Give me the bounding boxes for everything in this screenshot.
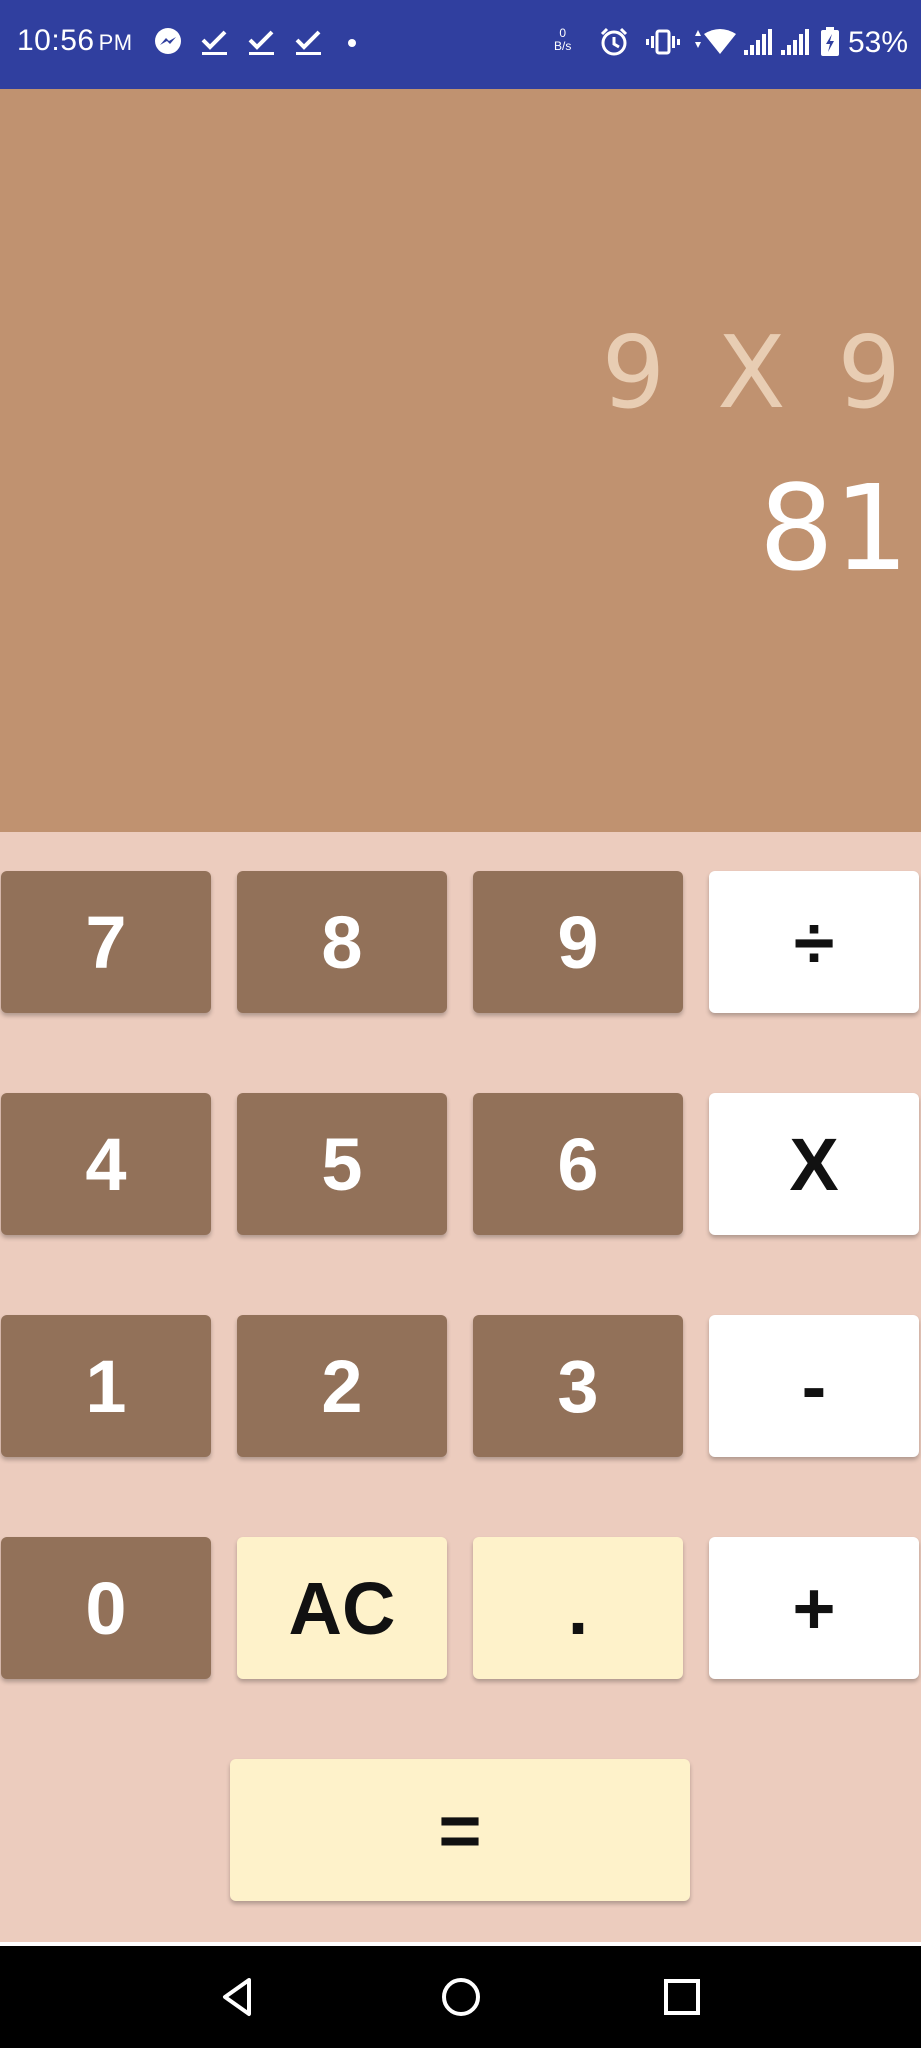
battery-charging-icon xyxy=(819,26,841,63)
home-icon[interactable] xyxy=(436,1972,486,2022)
messenger-icon xyxy=(152,26,184,63)
vibrate-icon xyxy=(646,26,680,63)
signal-icon xyxy=(779,26,813,63)
status-time-ampm: PM xyxy=(98,30,133,55)
alarm-icon xyxy=(598,26,630,63)
recents-icon[interactable] xyxy=(657,1972,707,2022)
key-6[interactable]: 6 xyxy=(473,1093,683,1235)
navigation-bar xyxy=(0,1946,921,2048)
key-5[interactable]: 5 xyxy=(237,1093,447,1235)
check-icon xyxy=(246,26,278,63)
check-icon xyxy=(199,26,231,63)
signal-icon xyxy=(742,26,776,63)
status-time: 10:56 PM xyxy=(17,24,133,58)
key-9[interactable]: 9 xyxy=(473,871,683,1013)
status-bar: 10:56 PM 0 B/s 53% xyxy=(0,0,921,89)
key-divide[interactable]: ÷ xyxy=(709,871,919,1013)
key-multiply[interactable]: X xyxy=(709,1093,919,1235)
dot-icon xyxy=(346,36,358,54)
key-equals[interactable]: = xyxy=(230,1759,690,1901)
key-3[interactable]: 3 xyxy=(473,1315,683,1457)
check-icon xyxy=(293,26,325,63)
key-1[interactable]: 1 xyxy=(1,1315,211,1457)
key-8[interactable]: 8 xyxy=(237,871,447,1013)
calculator-display: 9 X 9 81 xyxy=(0,89,921,832)
key-7[interactable]: 7 xyxy=(1,871,211,1013)
net-speed: 0 B/s xyxy=(554,27,571,53)
expression-text: 9 X 9 xyxy=(601,314,911,431)
key-2[interactable]: 2 xyxy=(237,1315,447,1457)
back-icon[interactable] xyxy=(213,1972,263,2022)
wifi-icon xyxy=(692,26,736,63)
result-text: 81 xyxy=(758,459,909,597)
key-add[interactable]: + xyxy=(709,1537,919,1679)
key-subtract[interactable]: - xyxy=(709,1315,919,1457)
battery-percent: 53% xyxy=(848,26,909,59)
status-time-value: 10:56 xyxy=(17,24,95,57)
key-clear[interactable]: AC xyxy=(237,1537,447,1679)
key-decimal[interactable]: . xyxy=(473,1537,683,1679)
key-0[interactable]: 0 xyxy=(1,1537,211,1679)
keypad: 7 8 9 ÷ 4 5 6 X 1 2 3 - 0 AC . + = xyxy=(0,832,921,1944)
net-speed-unit: B/s xyxy=(554,39,572,53)
key-4[interactable]: 4 xyxy=(1,1093,211,1235)
